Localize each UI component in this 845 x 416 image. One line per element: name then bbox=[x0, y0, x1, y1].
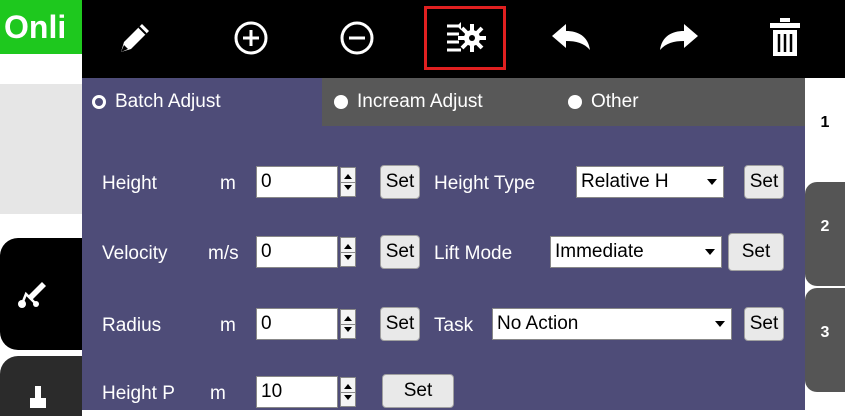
velocity-set-button[interactable]: Set bbox=[380, 235, 420, 269]
incream-adjust-radio[interactable]: Incream Adjust bbox=[334, 91, 483, 113]
download-icon bbox=[30, 386, 46, 408]
radius-set-button[interactable]: Set bbox=[380, 307, 420, 341]
batch-adjust-radio[interactable]: Batch Adjust bbox=[92, 91, 221, 113]
pencil-icon bbox=[121, 24, 149, 52]
height-p-input[interactable]: 10 bbox=[256, 376, 338, 408]
left-sidebar-panel bbox=[0, 84, 82, 214]
velocity-unit: m/s bbox=[208, 243, 239, 264]
height-type-set-button[interactable]: Set bbox=[744, 165, 784, 199]
top-toolbar bbox=[82, 0, 845, 78]
download-tool-button[interactable] bbox=[0, 356, 82, 416]
minus-circle-icon bbox=[340, 21, 374, 55]
height-type-label: Height Type bbox=[434, 173, 536, 194]
plus-circle-icon bbox=[234, 21, 268, 55]
velocity-input[interactable]: 0 bbox=[256, 236, 338, 268]
height-p-stepper[interactable] bbox=[340, 377, 356, 407]
add-button[interactable] bbox=[220, 6, 282, 70]
radio-selected-icon bbox=[92, 95, 106, 109]
undo-button[interactable] bbox=[540, 6, 602, 70]
radio-unselected-icon bbox=[334, 95, 348, 109]
velocity-stepper[interactable] bbox=[340, 237, 356, 267]
height-p-unit: m bbox=[210, 383, 226, 404]
redo-arrow-icon bbox=[660, 24, 698, 50]
lift-mode-set-button[interactable]: Set bbox=[728, 233, 784, 271]
route-tool-button[interactable] bbox=[0, 238, 82, 350]
height-p-label: Height P bbox=[102, 383, 175, 404]
delete-button[interactable] bbox=[754, 6, 816, 70]
radio-unselected-icon bbox=[568, 95, 582, 109]
height-p-set-button[interactable]: Set bbox=[382, 374, 454, 408]
chevron-down-icon bbox=[704, 174, 720, 190]
height-set-button[interactable]: Set bbox=[380, 165, 420, 199]
undo-arrow-icon bbox=[552, 24, 590, 50]
radius-unit: m bbox=[220, 315, 236, 336]
task-select[interactable]: No Action bbox=[492, 308, 732, 340]
route-edit-icon bbox=[18, 282, 46, 308]
height-label: Height bbox=[102, 173, 157, 194]
height-input[interactable]: 0 bbox=[256, 166, 338, 198]
velocity-label: Velocity bbox=[102, 243, 168, 264]
batch-adjust-panel: Batch Adjust Incream Adjust Other Height… bbox=[82, 78, 805, 410]
remove-button[interactable] bbox=[326, 6, 388, 70]
gear-adjust-icon bbox=[447, 22, 486, 52]
task-set-button[interactable]: Set bbox=[744, 307, 784, 341]
radius-label: Radius bbox=[102, 315, 162, 336]
radius-stepper[interactable] bbox=[340, 309, 356, 339]
lift-mode-select[interactable]: Immediate bbox=[550, 236, 722, 268]
chevron-down-icon bbox=[702, 244, 718, 260]
adjust-mode-bar: Batch Adjust Incream Adjust Other bbox=[82, 78, 805, 126]
height-type-select[interactable]: Relative H bbox=[576, 166, 724, 198]
height-unit: m bbox=[220, 173, 236, 194]
waypoint-tabs: 1 2 3 bbox=[805, 78, 845, 410]
radius-input[interactable]: 0 bbox=[256, 308, 338, 340]
lift-mode-label: Lift Mode bbox=[434, 243, 513, 264]
batch-settings-button[interactable] bbox=[424, 6, 506, 70]
chevron-down-icon bbox=[712, 316, 728, 332]
tab-1[interactable]: 1 bbox=[805, 78, 845, 182]
other-radio[interactable]: Other bbox=[568, 91, 639, 113]
task-label: Task bbox=[434, 315, 474, 336]
trash-icon bbox=[770, 18, 800, 56]
height-stepper[interactable] bbox=[340, 167, 356, 197]
tab-3[interactable]: 3 bbox=[805, 288, 845, 392]
online-status-badge: Onli bbox=[0, 0, 82, 54]
tab-2[interactable]: 2 bbox=[805, 182, 845, 286]
redo-button[interactable] bbox=[648, 6, 710, 70]
edit-button[interactable] bbox=[104, 6, 166, 70]
